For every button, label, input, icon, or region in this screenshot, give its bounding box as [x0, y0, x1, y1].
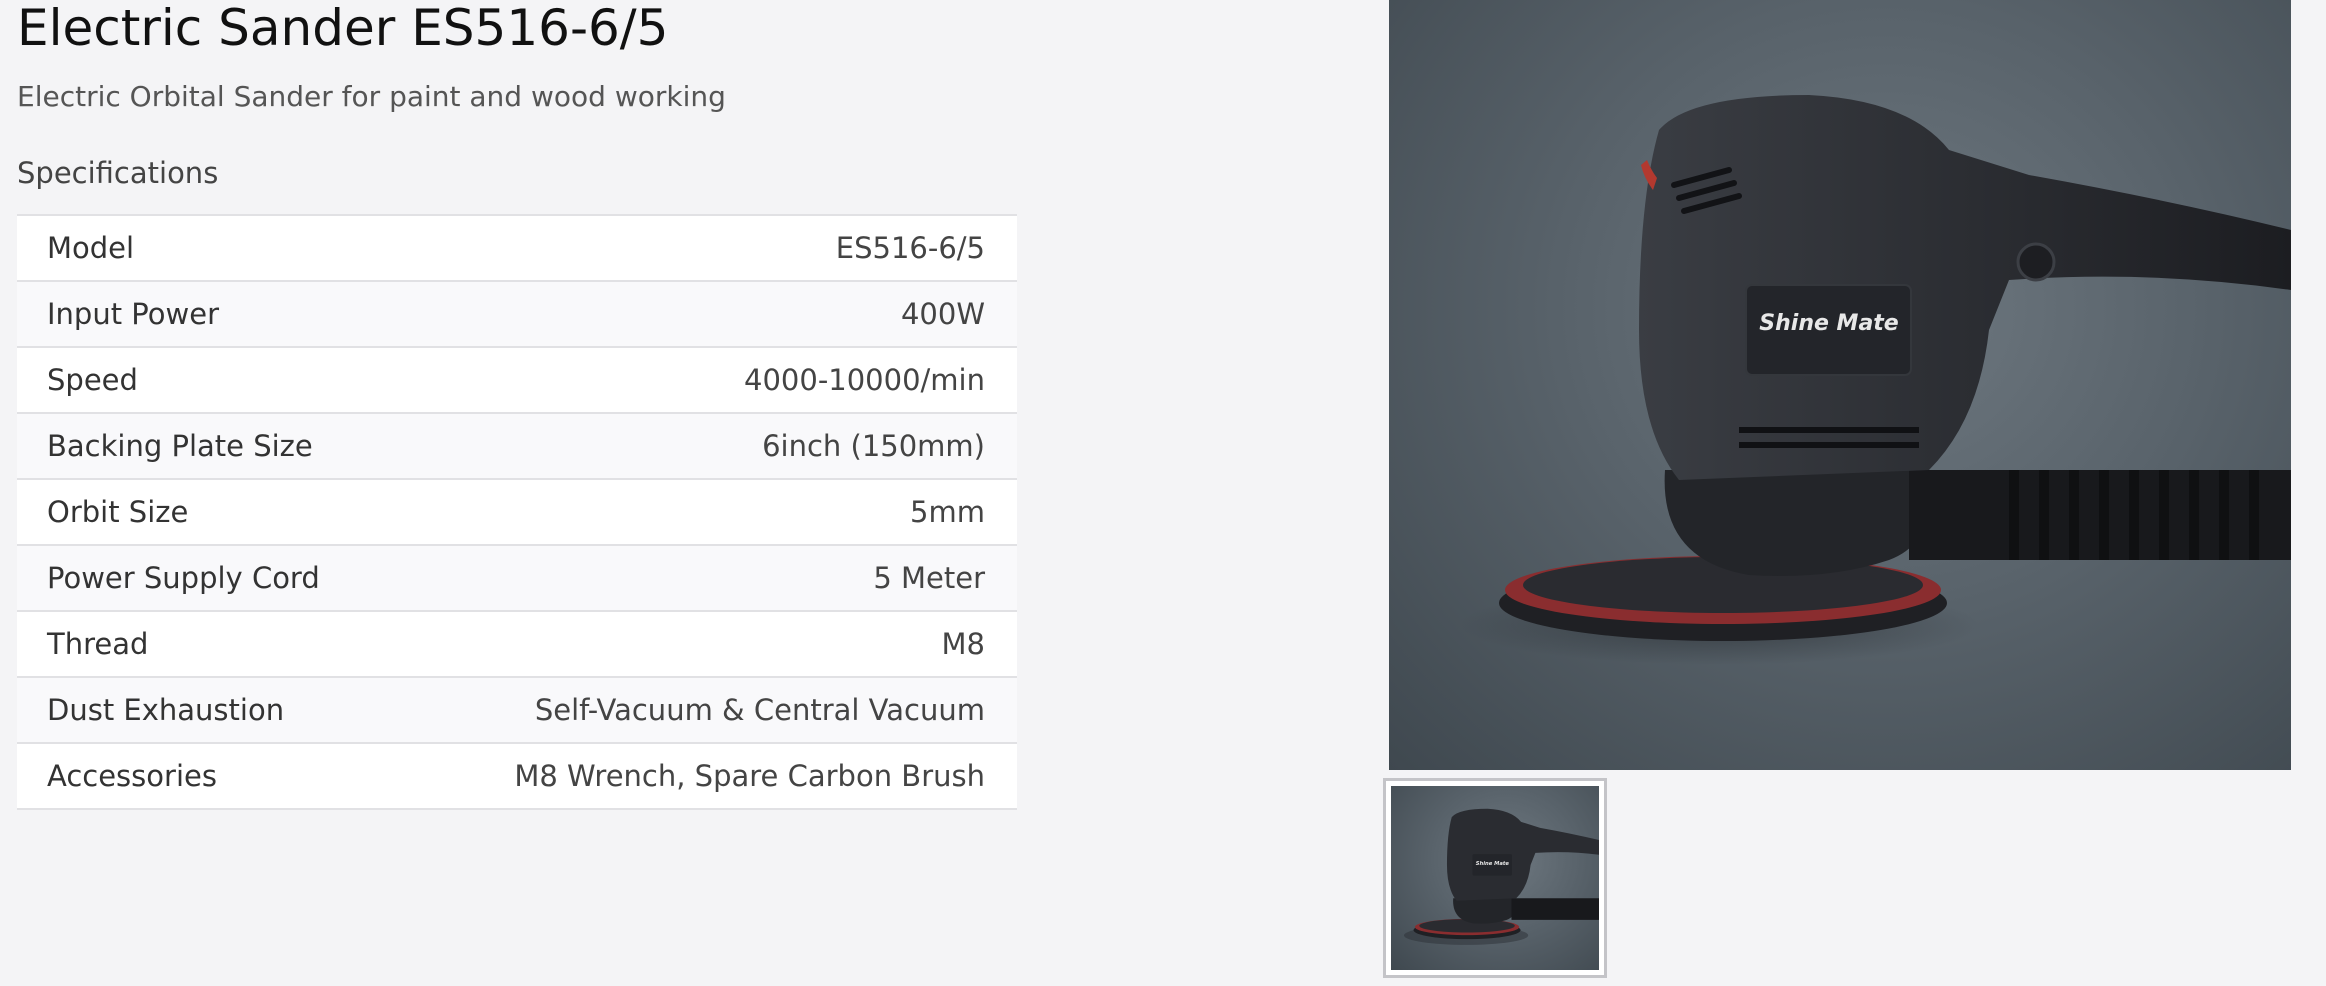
thumbnail-brand-logo-text: Shine Mate — [1476, 861, 1510, 867]
specifications-heading: Specifications — [17, 156, 219, 190]
sander-illustration: Shine Mate — [1459, 95, 2291, 665]
spec-value: M8 — [941, 627, 985, 661]
thumbnail-sander-illustration: Shine Mate — [1403, 808, 1599, 945]
spec-row-speed: Speed 4000-10000/min — [17, 348, 1017, 414]
thumbnail-1[interactable]: Shine Mate — [1383, 778, 1607, 978]
spec-key: Power Supply Cord — [47, 561, 320, 595]
spec-row-orbit-size: Orbit Size 5mm — [17, 480, 1017, 546]
spec-key: Input Power — [47, 297, 219, 331]
brand-logo-text: Shine Mate — [1759, 311, 1899, 336]
spec-value: 6inch (150mm) — [762, 429, 985, 463]
thumbnail-image: Shine Mate — [1391, 786, 1599, 970]
spec-key: Model — [47, 231, 135, 265]
specifications-table: Model ES516-6/5 Input Power 400W Speed 4… — [17, 214, 1017, 810]
spec-row-model: Model ES516-6/5 — [17, 216, 1017, 282]
product-title: Electric Sander ES516-6/5 — [17, 0, 669, 57]
spec-key: Accessories — [47, 759, 217, 793]
spec-key: Backing Plate Size — [47, 429, 313, 463]
spec-row-thread: Thread M8 — [17, 612, 1017, 678]
spec-row-backing-plate-size: Backing Plate Size 6inch (150mm) — [17, 414, 1017, 480]
spec-row-input-power: Input Power 400W — [17, 282, 1017, 348]
spec-value: M8 Wrench, Spare Carbon Brush — [514, 759, 985, 793]
spec-value: 5 Meter — [873, 561, 985, 595]
spec-value: Self-Vacuum & Central Vacuum — [534, 693, 985, 727]
spec-row-dust-exhaustion: Dust Exhaustion Self-Vacuum & Central Va… — [17, 678, 1017, 744]
spec-value: 400W — [900, 297, 985, 331]
product-main-image[interactable]: Shine Mate — [1389, 0, 2291, 770]
spec-value: 5mm — [910, 495, 985, 529]
spec-key: Orbit Size — [47, 495, 189, 529]
spec-key: Speed — [47, 363, 138, 397]
product-page: Electric Sander ES516-6/5 Electric Orbit… — [0, 0, 2326, 986]
spec-value: 4000-10000/min — [744, 363, 985, 397]
spec-row-accessories: Accessories M8 Wrench, Spare Carbon Brus… — [17, 744, 1017, 810]
spec-key: Thread — [47, 627, 149, 661]
product-subtitle: Electric Orbital Sander for paint and wo… — [17, 80, 726, 113]
spec-value: ES516-6/5 — [835, 231, 985, 265]
spec-row-power-supply-cord: Power Supply Cord 5 Meter — [17, 546, 1017, 612]
spec-key: Dust Exhaustion — [47, 693, 285, 727]
